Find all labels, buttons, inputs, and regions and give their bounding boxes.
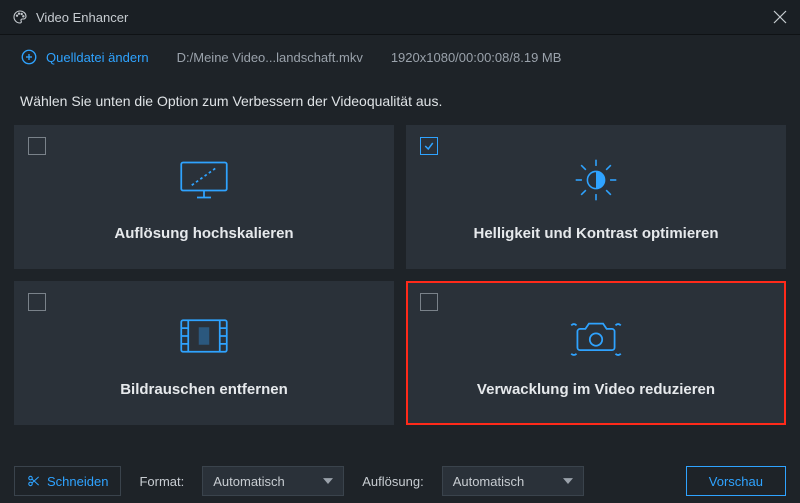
resolution-value: Automatisch (453, 474, 525, 489)
card-stabilize-label: Verwacklung im Video reduzieren (477, 381, 715, 398)
monitor-icon (176, 153, 232, 207)
checkbox-stabilize[interactable] (420, 293, 438, 311)
checkbox-brightness[interactable] (420, 137, 438, 155)
scissors-icon (27, 474, 41, 488)
source-filepath: D:/Meine Video...landschaft.mkv (177, 50, 363, 65)
chevron-down-icon (323, 478, 333, 485)
format-value: Automatisch (213, 474, 285, 489)
film-noise-icon (176, 309, 232, 363)
source-bar: Quelldatei ändern D:/Meine Video...lands… (0, 35, 800, 79)
brightness-icon (571, 153, 621, 207)
change-source-button[interactable]: Quelldatei ändern (20, 48, 149, 66)
card-stabilize[interactable]: Verwacklung im Video reduzieren (406, 281, 786, 425)
card-upscale[interactable]: Auflösung hochskalieren (14, 125, 394, 269)
card-brightness-label: Helligkeit und Kontrast optimieren (473, 225, 718, 242)
card-denoise[interactable]: Bildrauschen entfernen (14, 281, 394, 425)
close-icon[interactable] (772, 9, 788, 25)
preview-label: Vorschau (709, 474, 763, 489)
cut-label: Schneiden (47, 474, 108, 489)
palette-icon (12, 9, 28, 25)
cut-button[interactable]: Schneiden (14, 466, 121, 496)
camera-shake-icon (564, 309, 628, 363)
app-title: Video Enhancer (36, 10, 128, 25)
plus-circle-icon (20, 48, 38, 66)
resolution-label: Auflösung: (362, 474, 423, 489)
titlebar: Video Enhancer (0, 0, 800, 35)
options-grid: Auflösung hochskalieren Helligkeit und K… (0, 125, 800, 425)
bottom-bar: Schneiden Format: Automatisch Auflösung:… (0, 459, 800, 503)
resolution-select[interactable]: Automatisch (442, 466, 584, 496)
checkbox-upscale[interactable] (28, 137, 46, 155)
card-denoise-label: Bildrauschen entfernen (120, 381, 288, 398)
card-upscale-label: Auflösung hochskalieren (114, 225, 293, 242)
checkbox-denoise[interactable] (28, 293, 46, 311)
preview-button[interactable]: Vorschau (686, 466, 786, 496)
source-fileinfo: 1920x1080/00:00:08/8.19 MB (391, 50, 562, 65)
card-brightness[interactable]: Helligkeit und Kontrast optimieren (406, 125, 786, 269)
format-label: Format: (139, 474, 184, 489)
change-source-label: Quelldatei ändern (46, 50, 149, 65)
instruction-text: Wählen Sie unten die Option zum Verbesse… (0, 79, 800, 125)
format-select[interactable]: Automatisch (202, 466, 344, 496)
chevron-down-icon (563, 478, 573, 485)
